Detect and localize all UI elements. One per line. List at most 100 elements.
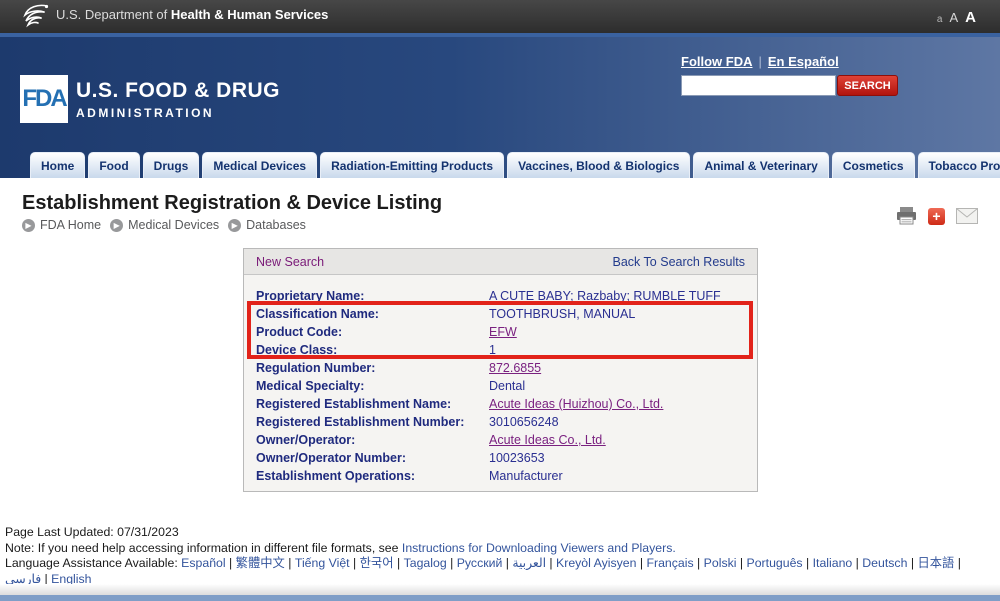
- fda-brand[interactable]: FDA U.S. FOOD & DRUG ADMINISTRATION: [20, 75, 280, 123]
- language-link-ti-ng-vi-t[interactable]: Tiếng Việt: [295, 556, 350, 570]
- language-separator: |: [852, 556, 862, 570]
- detail-value: 3010656248: [489, 413, 559, 431]
- detail-row-establishment-operations: Establishment Operations:Manufacturer: [244, 467, 757, 485]
- last-updated-text: Page Last Updated: 07/31/2023: [5, 525, 990, 541]
- detail-value-link[interactable]: Acute Ideas (Huizhou) Co., Ltd.: [489, 395, 663, 413]
- breadcrumb-arrow-icon: ▶: [110, 219, 123, 232]
- language-separator: |: [285, 556, 295, 570]
- breadcrumb-fda-home[interactable]: ▶FDA Home: [22, 218, 101, 232]
- detail-value-link[interactable]: 872.6855: [489, 359, 541, 377]
- panel-body: Proprietary Name:A CUTE BABY; Razbaby; R…: [244, 275, 757, 491]
- hhs-eagle-logo-icon: [20, 2, 50, 28]
- detail-row-regulation-number: Regulation Number:872.6855: [244, 359, 757, 377]
- detail-value: Manufacturer: [489, 467, 563, 485]
- detail-label: Device Class:: [256, 341, 489, 359]
- language-separator: |: [394, 556, 404, 570]
- language-link-deutsch[interactable]: Deutsch: [862, 556, 907, 570]
- detail-value-link[interactable]: Acute Ideas Co., Ltd.: [489, 431, 606, 449]
- fda-brand-text: U.S. FOOD & DRUG ADMINISTRATION: [76, 75, 280, 123]
- language-link-[interactable]: 한국어: [360, 556, 394, 570]
- breadcrumb-label: FDA Home: [40, 218, 101, 232]
- language-link-[interactable]: العربية: [512, 556, 546, 570]
- fda-masthead: FDA U.S. FOOD & DRUG ADMINISTRATION Foll…: [0, 37, 1000, 178]
- header-right: Follow FDA | En Español SEARCH: [681, 54, 898, 96]
- language-link-tagalog[interactable]: Tagalog: [404, 556, 447, 570]
- back-to-search-results-link[interactable]: Back To Search Results: [613, 255, 745, 269]
- language-link-[interactable]: Русский: [457, 556, 503, 570]
- breadcrumb: ▶FDA Home▶Medical Devices▶Databases: [22, 218, 1000, 232]
- language-link-portugu-s[interactable]: Português: [747, 556, 803, 570]
- text-size-small-button[interactable]: a: [937, 14, 943, 25]
- viewers-players-link[interactable]: Instructions for Downloading Viewers and…: [402, 541, 676, 555]
- header-links-separator: |: [759, 54, 762, 69]
- language-link-[interactable]: 繁體中文: [236, 556, 285, 570]
- nav-tab-tobacco-products[interactable]: Tobacco Products: [918, 152, 1000, 178]
- text-size-controls: a A A: [937, 9, 976, 26]
- device-listing-panel: New Search Back To Search Results Propri…: [243, 248, 758, 492]
- detail-value: 10023653: [489, 449, 545, 467]
- language-separator: |: [736, 556, 746, 570]
- note-text: Note: If you need help accessing informa…: [5, 541, 402, 555]
- print-icon[interactable]: [896, 207, 917, 225]
- search-area: SEARCH: [681, 75, 898, 96]
- language-separator: |: [502, 556, 512, 570]
- page-title: Establishment Registration & Device List…: [22, 192, 1000, 215]
- detail-row-classification-name: Classification Name:TOOTHBRUSH, MANUAL: [244, 305, 757, 323]
- footer-bottom-bar: [0, 595, 1000, 601]
- nav-tabs: HomeFoodDrugsMedical DevicesRadiation-Em…: [30, 152, 1000, 178]
- nav-tab-radiation-emitting-products[interactable]: Radiation-Emitting Products: [320, 152, 504, 178]
- share-icon[interactable]: +: [928, 208, 945, 225]
- language-link-krey-l-ayisyen[interactable]: Kreyòl Ayisyen: [556, 556, 636, 570]
- language-separator: |: [907, 556, 917, 570]
- detail-label: Registered Establishment Number:: [256, 413, 489, 431]
- nav-tab-animal-veterinary[interactable]: Animal & Veterinary: [693, 152, 828, 178]
- fda-logo-text: FDA: [22, 85, 65, 113]
- nav-tab-vaccines-blood-biologics[interactable]: Vaccines, Blood & Biologics: [507, 152, 690, 178]
- nav-tab-home[interactable]: Home: [30, 152, 85, 178]
- nav-tab-cosmetics[interactable]: Cosmetics: [832, 152, 915, 178]
- language-assistance-label: Language Assistance Available:: [5, 556, 181, 570]
- en-espanol-link[interactable]: En Español: [768, 54, 839, 69]
- detail-row-owner-operator: Owner/Operator:Acute Ideas Co., Ltd.: [244, 431, 757, 449]
- breadcrumb-medical-devices[interactable]: ▶Medical Devices: [110, 218, 219, 232]
- fda-logo: FDA: [20, 75, 68, 123]
- hhs-department-text[interactable]: U.S. Department of Health & Human Servic…: [56, 7, 328, 22]
- language-link-italiano[interactable]: Italiano: [813, 556, 853, 570]
- breadcrumb-databases[interactable]: ▶ Databases: [228, 218, 306, 232]
- detail-value: TOOTHBRUSH, MANUAL: [489, 305, 635, 323]
- detail-label: Proprietary Name:: [256, 287, 489, 305]
- detail-label: Owner/Operator Number:: [256, 449, 489, 467]
- language-separator: |: [636, 556, 646, 570]
- nav-tab-food[interactable]: Food: [88, 152, 139, 178]
- language-separator: |: [803, 556, 813, 570]
- text-size-medium-button[interactable]: A: [949, 10, 958, 25]
- detail-value-link[interactable]: EFW: [489, 323, 517, 341]
- detail-row-device-class: Device Class:1: [244, 341, 757, 359]
- language-separator: |: [226, 556, 236, 570]
- language-link-espa-ol[interactable]: Español: [181, 556, 225, 570]
- breadcrumb-arrow-icon: ▶: [228, 219, 241, 232]
- language-link-[interactable]: 日本語: [917, 556, 954, 570]
- detail-label: Classification Name:: [256, 305, 489, 323]
- detail-row-registered-establishment-name: Registered Establishment Name:Acute Idea…: [244, 395, 757, 413]
- detail-row-proprietary-name: Proprietary Name:A CUTE BABY; Razbaby; R…: [244, 287, 757, 305]
- nav-tab-medical-devices[interactable]: Medical Devices: [202, 152, 317, 178]
- language-link-fran-ais[interactable]: Français: [646, 556, 693, 570]
- nav-tab-drugs[interactable]: Drugs: [143, 152, 200, 178]
- file-formats-note: Note: If you need help accessing informa…: [5, 541, 990, 557]
- search-input[interactable]: [681, 75, 836, 96]
- language-separator: |: [954, 556, 961, 570]
- new-search-link[interactable]: New Search: [256, 255, 324, 269]
- text-size-large-button[interactable]: A: [965, 9, 976, 26]
- detail-row-medical-specialty: Medical Specialty:Dental: [244, 377, 757, 395]
- language-link-polski[interactable]: Polski: [704, 556, 737, 570]
- detail-label: Regulation Number:: [256, 359, 489, 377]
- footer-fade-strip: [0, 584, 1000, 595]
- detail-value: A CUTE BABY; Razbaby; RUMBLE TUFF: [489, 287, 721, 305]
- email-icon[interactable]: [956, 208, 978, 224]
- search-button[interactable]: SEARCH: [837, 75, 898, 96]
- follow-fda-link[interactable]: Follow FDA: [681, 54, 753, 69]
- breadcrumb-label: Databases: [246, 218, 306, 232]
- detail-label: Product Code:: [256, 323, 489, 341]
- language-separator: |: [350, 556, 360, 570]
